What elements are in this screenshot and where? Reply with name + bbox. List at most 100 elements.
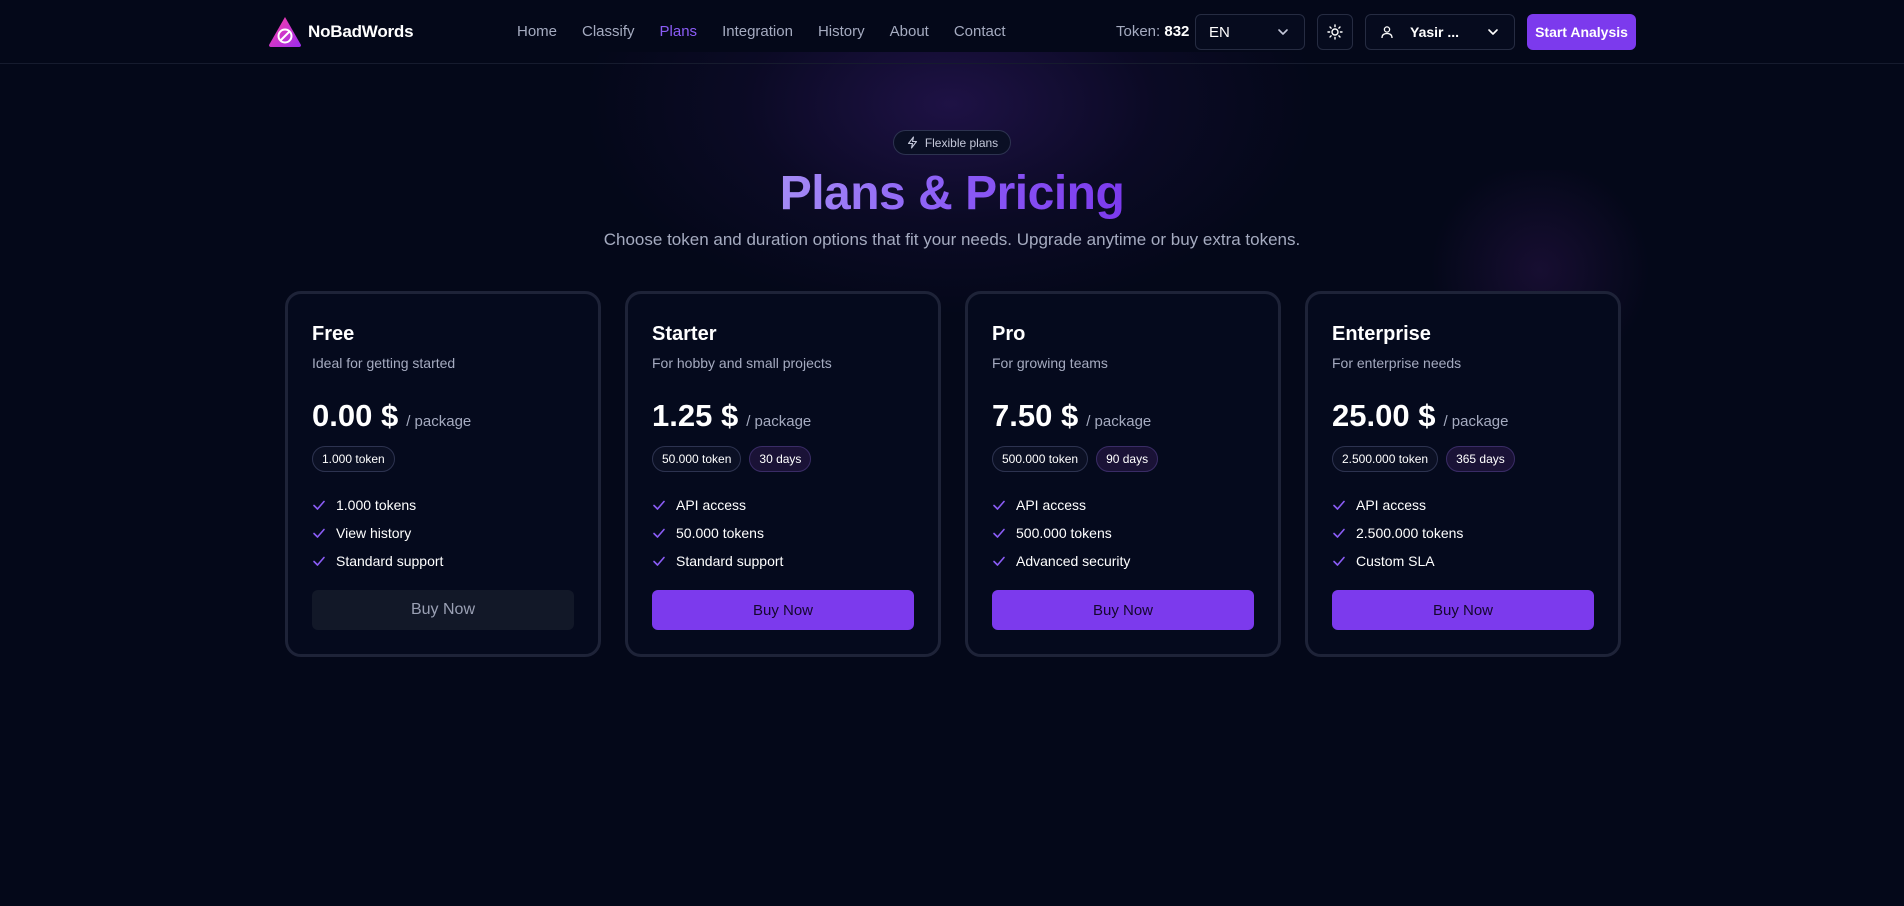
price-unit: / package [406,413,472,430]
plans-grid: Free Ideal for getting started 0.00 $ / … [285,291,1621,657]
user-name: Yasir ... [1410,24,1460,40]
token-chip: 2.500.000 token [1332,446,1439,472]
feature-list: API access 500.000 tokens Advanced secur… [992,491,1130,575]
check-icon [1332,498,1346,512]
feature-item: 500.000 tokens [992,519,1130,547]
plan-description: For enterprise needs [1332,355,1462,371]
check-icon [1332,554,1346,568]
nav-history[interactable]: History [818,22,865,42]
duration-chip: 90 days [1096,446,1159,472]
page-subtitle: Choose token and duration options that f… [603,230,1301,249]
feature-list: API access 50.000 tokens Standard suppor… [652,491,783,575]
token-chip: 500.000 token [992,446,1089,472]
plan-card-free: Free Ideal for getting started 0.00 $ / … [285,291,601,657]
user-menu[interactable]: Yasir ... [1365,14,1515,50]
plan-card-enterprise: Enterprise For enterprise needs 25.00 $ … [1305,291,1621,657]
feature-text: Standard support [336,553,444,569]
check-icon [992,498,1006,512]
plan-name: Enterprise [1332,323,1431,345]
plan-name: Pro [992,323,1026,345]
page-title: Plans & Pricing [0,164,1904,224]
start-analysis-button[interactable]: Start Analysis [1527,14,1636,50]
feature-text: 500.000 tokens [1016,525,1112,541]
nav-integration[interactable]: Integration [722,22,793,42]
feature-item: API access [1332,491,1463,519]
check-icon [652,554,666,568]
lightning-icon [907,136,917,149]
plan-chips: 2.500.000 token 365 days [1332,446,1515,472]
feature-text: 50.000 tokens [676,525,764,541]
feature-text: 1.000 tokens [336,497,417,513]
feature-item: 1.000 tokens [312,491,443,519]
token-chip: 50.000 token [652,446,742,472]
plan-price: 7.50 $ / package [992,397,1151,435]
feature-text: API access [1016,497,1087,513]
plan-description: For growing teams [992,355,1108,371]
plan-chips: 50.000 token 30 days [652,446,812,472]
duration-chip: 365 days [1446,446,1515,472]
feature-text: View history [336,525,412,541]
token-balance: Token: 832 [1116,22,1189,42]
main-nav: Home Classify Plans Integration History … [517,22,1031,42]
nav-classify[interactable]: Classify [582,22,635,42]
theme-toggle-button[interactable] [1317,14,1353,50]
feature-item: View history [312,519,443,547]
user-icon [1380,25,1394,39]
check-icon [652,526,666,540]
brand-name: NoBadWords [308,22,414,41]
feature-item: Custom SLA [1332,547,1463,575]
buy-now-button-starter[interactable]: Buy Now [652,590,914,630]
plan-chips: 1.000 token [312,446,395,472]
check-icon [992,526,1006,540]
feature-text: API access [1356,497,1427,513]
feature-item: API access [992,491,1130,519]
check-icon [312,554,326,568]
price-amount: 1.25 $ [652,398,739,433]
token-chip: 1.000 token [312,446,395,472]
check-icon [312,498,326,512]
plan-chips: 500.000 token 90 days [992,446,1159,472]
price-unit: / package [746,413,812,430]
feature-text: API access [676,497,747,513]
buy-now-button-enterprise[interactable]: Buy Now [1332,590,1594,630]
feature-list: 1.000 tokens View history Standard suppo… [312,491,443,575]
language-select[interactable]: EN [1195,14,1305,50]
brand[interactable]: NoBadWords [268,16,414,48]
feature-text: Custom SLA [1356,553,1435,569]
feature-item: API access [652,491,783,519]
plan-card-pro: Pro For growing teams 7.50 $ / package 5… [965,291,1281,657]
check-icon [312,526,326,540]
plan-name: Starter [652,323,717,345]
feature-item: Standard support [312,547,443,575]
nav-home[interactable]: Home [517,22,557,42]
nav-contact[interactable]: Contact [954,22,1006,42]
plan-description: Ideal for getting started [312,355,456,371]
price-unit: / package [1086,413,1152,430]
duration-chip: 30 days [749,446,812,472]
buy-now-button-pro[interactable]: Buy Now [992,590,1254,630]
price-amount: 0.00 $ [312,398,399,433]
badge-label: Flexible plans [924,135,999,150]
plan-price: 0.00 $ / package [312,397,471,435]
sun-icon [1327,24,1343,40]
buy-now-button-free[interactable]: Buy Now [312,590,574,630]
feature-list: API access 2.500.000 tokens Custom SLA [1332,491,1463,575]
flexible-plans-badge: Flexible plans [893,130,1011,155]
price-amount: 25.00 $ [1332,398,1436,433]
top-header: NoBadWords Home Classify Plans Integrati… [0,0,1904,64]
feature-item: Standard support [652,547,783,575]
plan-price: 25.00 $ / package [1332,397,1508,435]
nav-plans[interactable]: Plans [660,22,698,42]
feature-text: Standard support [676,553,784,569]
feature-text: Advanced security [1016,553,1131,569]
language-value: EN [1209,23,1230,41]
feature-text: 2.500.000 tokens [1356,525,1464,541]
plan-card-starter: Starter For hobby and small projects 1.2… [625,291,941,657]
check-icon [1332,526,1346,540]
check-icon [652,498,666,512]
nav-about[interactable]: About [890,22,929,42]
brand-logo-icon [269,17,301,47]
token-value: 832 [1164,23,1190,40]
plan-description: For hobby and small projects [652,355,832,371]
token-label: Token: [1116,23,1161,40]
